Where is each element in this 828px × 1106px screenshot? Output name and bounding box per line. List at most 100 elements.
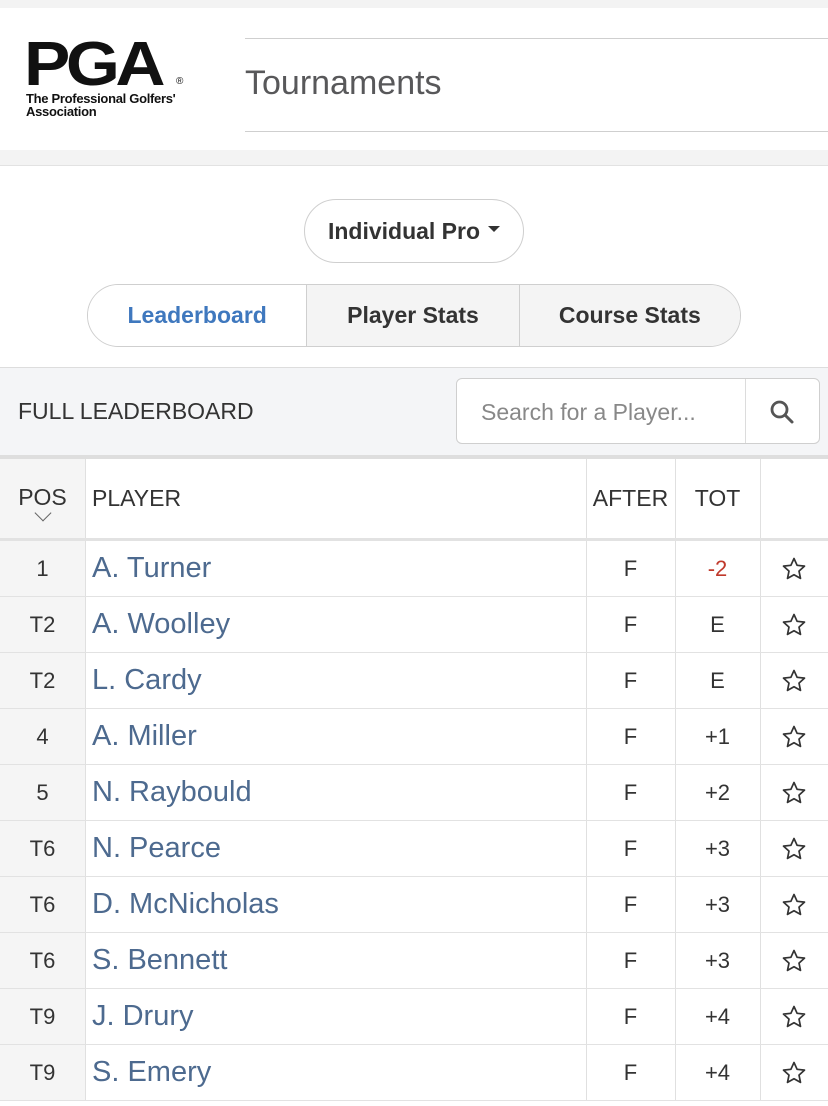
player-link[interactable]: N. Raybould (92, 765, 252, 820)
row-after: F (623, 947, 638, 973)
row-pos: T6 (0, 877, 85, 932)
row-after: F (623, 1059, 638, 1085)
row-total: E (710, 611, 725, 637)
star-icon (782, 781, 806, 803)
row-pos: T2 (0, 653, 85, 708)
row-after: F (623, 667, 638, 693)
star-icon (782, 893, 806, 915)
table-row: 5 N. Raybould F +2 (0, 765, 828, 821)
top-strip (0, 0, 828, 8)
favorite-button[interactable] (760, 597, 828, 652)
column-divider (85, 653, 86, 708)
row-after: F (623, 891, 638, 917)
column-divider (85, 877, 86, 932)
search-divider (745, 379, 746, 443)
row-pos: T6 (0, 933, 85, 988)
player-link[interactable]: A. Woolley (92, 597, 230, 652)
tab-leaderboard[interactable]: Leaderboard (88, 285, 307, 346)
logo-registered-mark: ® (176, 76, 184, 87)
favorite-button[interactable] (760, 989, 828, 1044)
section-band (0, 150, 828, 166)
star-icon (782, 837, 806, 859)
row-pos: 4 (0, 709, 85, 764)
row-after: F (623, 1003, 638, 1029)
player-link[interactable]: S. Bennett (92, 933, 227, 988)
competition-dropdown[interactable]: Individual Pro (304, 199, 524, 263)
player-link[interactable]: J. Drury (92, 989, 194, 1044)
column-divider (85, 765, 86, 820)
favorite-button[interactable] (760, 933, 828, 988)
column-pos[interactable]: POS (0, 459, 85, 538)
player-link[interactable]: A. Turner (92, 541, 211, 596)
column-divider (760, 459, 761, 538)
player-link[interactable]: N. Pearce (92, 821, 221, 876)
favorite-button[interactable] (760, 541, 828, 596)
search-input[interactable]: Search for a Player... (481, 399, 696, 426)
caret-down-icon (488, 226, 501, 232)
tab-player-stats[interactable]: Player Stats (306, 285, 519, 346)
column-divider (85, 989, 86, 1044)
star-icon (782, 1005, 806, 1027)
leaderboard-title: FULL LEADERBOARD (18, 398, 254, 424)
row-pos: T6 (0, 821, 85, 876)
player-link[interactable]: S. Emery (92, 1045, 211, 1100)
search-icon[interactable] (769, 399, 795, 425)
column-divider (85, 933, 86, 988)
favorite-button[interactable] (760, 709, 828, 764)
column-after: AFTER (592, 485, 669, 511)
star-icon (782, 1061, 806, 1083)
row-total: +1 (704, 723, 731, 749)
star-icon (782, 725, 806, 747)
row-total: -2 (707, 555, 728, 581)
column-tot: TOT (694, 485, 741, 511)
star-icon (782, 613, 806, 635)
favorite-button[interactable] (760, 877, 828, 932)
row-pos: 1 (0, 541, 85, 596)
tab-course-stats[interactable]: Course Stats (518, 285, 740, 346)
star-icon (782, 949, 806, 971)
player-search[interactable]: Search for a Player... (456, 378, 820, 444)
column-divider (85, 1045, 86, 1100)
table-row: T9 J. Drury F +4 (0, 989, 828, 1045)
row-total: +2 (704, 779, 731, 805)
row-total: +3 (704, 947, 731, 973)
row-total: E (710, 667, 725, 693)
player-link[interactable]: L. Cardy (92, 653, 202, 708)
leaderboard-toolbar: FULL LEADERBOARD Search for a Player... (0, 367, 828, 455)
column-divider (85, 597, 86, 652)
star-icon (782, 669, 806, 691)
logo-subtitle-line2: Association (26, 104, 97, 119)
row-total: +4 (704, 1003, 731, 1029)
pga-logo[interactable]: PGA ® The Professional Golfers' Associat… (24, 34, 196, 128)
leaderboard-rows: 1 A. Turner F -2 T2 A. Woolley F E T2 L.… (0, 541, 828, 1101)
table-header: POS PLAYER AFTER TOT (0, 455, 828, 541)
header-divider-bottom (245, 131, 828, 132)
table-row: T6 N. Pearce F +3 (0, 821, 828, 877)
row-after: F (623, 779, 638, 805)
favorite-button[interactable] (760, 765, 828, 820)
favorite-button[interactable] (760, 653, 828, 708)
star-icon (782, 557, 806, 579)
logo-subtitle: The Professional Golfers' Association (26, 92, 196, 118)
column-divider (85, 821, 86, 876)
row-pos: T9 (0, 1045, 85, 1100)
table-row: T9 S. Emery F +4 (0, 1045, 828, 1101)
column-divider (85, 541, 86, 596)
logo-mark: PGA (24, 30, 166, 99)
favorite-button[interactable] (760, 821, 828, 876)
row-after: F (623, 611, 638, 637)
table-row: T2 L. Cardy F E (0, 653, 828, 709)
column-divider (85, 709, 86, 764)
table-row: T6 S. Bennett F +3 (0, 933, 828, 989)
row-total: +3 (704, 835, 731, 861)
row-after: F (623, 723, 638, 749)
row-pos: 5 (0, 765, 85, 820)
column-divider (85, 459, 86, 538)
competition-dropdown-label: Individual Pro (327, 217, 481, 244)
player-link[interactable]: A. Miller (92, 709, 197, 764)
favorite-button[interactable] (760, 1045, 828, 1100)
header-divider-top (245, 38, 828, 39)
site-header: PGA ® The Professional Golfers' Associat… (0, 8, 828, 150)
row-total: +4 (704, 1059, 731, 1085)
player-link[interactable]: D. McNicholas (92, 877, 279, 932)
